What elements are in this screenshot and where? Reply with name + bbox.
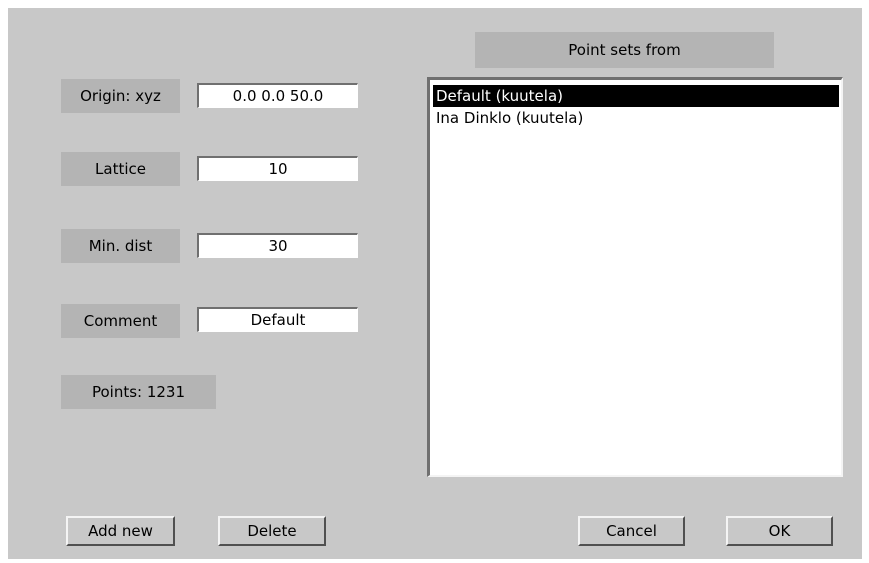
lattice-label: Lattice bbox=[61, 152, 180, 186]
lattice-field[interactable]: 10 bbox=[197, 156, 358, 181]
comment-label: Comment bbox=[61, 304, 180, 338]
min-dist-label: Min. dist bbox=[61, 229, 180, 263]
delete-button[interactable]: Delete bbox=[218, 516, 326, 546]
origin-field[interactable]: 0.0 0.0 50.0 bbox=[197, 83, 358, 108]
cancel-button[interactable]: Cancel bbox=[578, 516, 685, 546]
add-new-button[interactable]: Add new bbox=[66, 516, 175, 546]
min-dist-field[interactable]: 30 bbox=[197, 233, 358, 258]
point-set-item[interactable]: Default (kuutela) bbox=[433, 85, 839, 107]
point-set-item[interactable]: Ina Dinklo (kuutela) bbox=[433, 107, 839, 129]
point-sets-header: Point sets from bbox=[475, 32, 774, 68]
point-set-dialog: Point sets from Origin: xyz 0.0 0.0 50.0… bbox=[8, 8, 862, 559]
ok-button[interactable]: OK bbox=[726, 516, 833, 546]
comment-field[interactable]: Default bbox=[197, 307, 358, 332]
points-count-label: Points: 1231 bbox=[61, 375, 216, 409]
origin-label: Origin: xyz bbox=[61, 79, 180, 113]
point-sets-list[interactable]: Default (kuutela) Ina Dinklo (kuutela) bbox=[427, 77, 843, 477]
